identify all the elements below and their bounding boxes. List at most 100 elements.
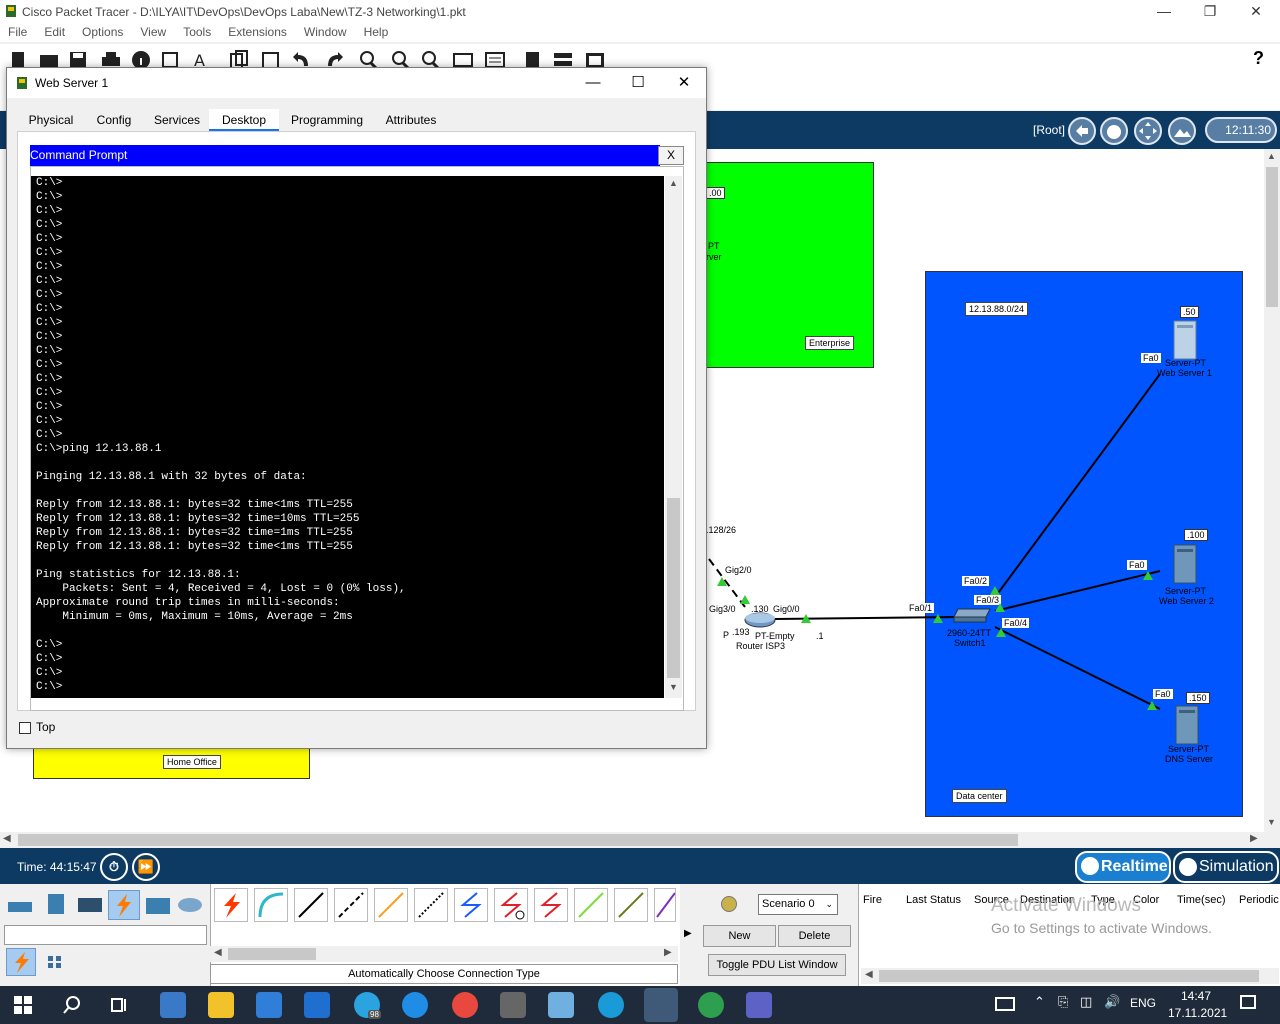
scroll-down-icon[interactable]: ▼ xyxy=(669,682,678,692)
tray-chevron-icon[interactable]: ⌃ xyxy=(1034,994,1045,1010)
realtime-button[interactable]: Realtime xyxy=(1075,851,1171,883)
menu-tools[interactable]: Tools xyxy=(175,24,220,39)
scroll-up-icon[interactable]: ▲ xyxy=(669,178,678,188)
background-image-icon[interactable] xyxy=(1168,117,1196,145)
iot-custom-cable-icon[interactable] xyxy=(614,888,648,922)
tab-physical[interactable]: Physical xyxy=(19,109,83,131)
scroll-down-icon[interactable]: ▼ xyxy=(1267,817,1276,827)
restore-icon[interactable]: ❐ xyxy=(1187,0,1233,24)
straight-through-cable-icon[interactable] xyxy=(294,888,328,922)
multiuser-icon[interactable] xyxy=(176,892,204,918)
phone-cable-icon[interactable] xyxy=(414,888,448,922)
dialog-titlebar[interactable]: Web Server 1 — ☐ ✕ xyxy=(7,68,706,98)
taskbar-time[interactable]: 14:47 xyxy=(1181,989,1211,1003)
scroll-up-icon[interactable]: ▲ xyxy=(1267,151,1276,161)
web-server-2-icon[interactable] xyxy=(1172,543,1200,588)
new-scenario-button[interactable]: New xyxy=(703,925,776,947)
tab-attributes[interactable]: Attributes xyxy=(375,109,447,131)
components-icon[interactable] xyxy=(76,892,104,918)
network-icon[interactable]: ⎘ xyxy=(1058,994,1068,1010)
network-devices-icon[interactable] xyxy=(6,892,34,918)
chrome-icon[interactable] xyxy=(452,992,478,1018)
serial-dce-cable-icon[interactable] xyxy=(494,888,528,922)
scrollbar-thumb[interactable] xyxy=(18,834,1018,846)
device-search-input[interactable] xyxy=(4,925,207,945)
fast-forward-icon[interactable]: ⏩ xyxy=(132,853,160,881)
scroll-left-icon[interactable]: ◀ xyxy=(3,833,11,844)
switch-icon[interactable] xyxy=(952,607,992,626)
scrollbar-thumb[interactable] xyxy=(228,948,316,960)
snipping-tool-icon[interactable] xyxy=(500,992,526,1018)
packet-tracer-taskbar-icon[interactable] xyxy=(644,988,678,1022)
connections-category-icon[interactable] xyxy=(108,890,140,920)
task-view-icon[interactable] xyxy=(110,995,130,1018)
chrome-profile-icon[interactable] xyxy=(698,992,724,1018)
octal-cable-icon[interactable] xyxy=(574,888,608,922)
my-computer-icon[interactable] xyxy=(160,992,186,1018)
menu-edit[interactable]: Edit xyxy=(36,24,74,39)
clock[interactable]: 12:11:30 xyxy=(1205,117,1277,143)
tab-services[interactable]: Services xyxy=(145,109,209,131)
close-icon[interactable]: ✕ xyxy=(1233,0,1279,24)
auto-connection-icon[interactable] xyxy=(214,888,248,922)
coaxial-cable-icon[interactable] xyxy=(454,888,488,922)
keyboard-icon[interactable] xyxy=(995,997,1015,1011)
menu-window[interactable]: Window xyxy=(296,24,356,39)
palette-scrollbar[interactable]: ◀ ▶ xyxy=(210,946,678,962)
menu-view[interactable]: View xyxy=(132,24,175,39)
tab-desktop[interactable]: Desktop xyxy=(209,109,279,131)
top-checkbox[interactable] xyxy=(19,722,31,734)
mail-icon[interactable] xyxy=(304,992,330,1018)
menu-file[interactable]: File xyxy=(0,24,36,39)
teams-icon[interactable] xyxy=(746,992,772,1018)
connection-subtype-icon[interactable] xyxy=(6,948,36,976)
edge-icon[interactable] xyxy=(598,992,624,1018)
workspace-vertical-scrollbar[interactable]: ▲ ▼ xyxy=(1264,149,1280,832)
notifications-icon[interactable] xyxy=(1240,995,1256,1009)
scrollbar-thumb[interactable] xyxy=(879,970,1259,982)
panel-collapse[interactable]: ▶ xyxy=(680,884,696,986)
skype-icon[interactable] xyxy=(402,992,428,1018)
simulation-button[interactable]: Simulation xyxy=(1173,851,1279,883)
menu-extensions[interactable]: Extensions xyxy=(220,24,296,39)
help-icon[interactable]: ? xyxy=(1253,48,1264,69)
scroll-right-icon[interactable]: ▶ xyxy=(1250,833,1258,844)
miscellaneous-icon[interactable] xyxy=(144,892,172,918)
minimize-icon[interactable]: — xyxy=(570,68,616,98)
store-icon[interactable] xyxy=(256,992,282,1018)
usb-cable-icon[interactable] xyxy=(654,888,676,922)
notepad-icon[interactable] xyxy=(548,992,574,1018)
workspace-horizontal-scrollbar[interactable]: ◀ ▶ xyxy=(0,832,1264,848)
toggle-pdu-list-button[interactable]: Toggle PDU List Window xyxy=(708,954,846,976)
move-icon[interactable] xyxy=(1134,117,1162,145)
power-cycle-icon[interactable]: ⏱ xyxy=(100,853,128,881)
info-icon[interactable] xyxy=(721,896,737,912)
console-cable-icon[interactable] xyxy=(254,888,288,922)
fiber-cable-icon[interactable] xyxy=(374,888,408,922)
language-indicator[interactable]: ENG xyxy=(1130,996,1156,1010)
pdu-scrollbar[interactable]: ◀ xyxy=(861,968,1279,984)
serial-dte-cable-icon[interactable] xyxy=(534,888,568,922)
scroll-left-icon[interactable]: ◀ xyxy=(865,969,873,980)
tab-config[interactable]: Config xyxy=(83,109,145,131)
file-explorer-icon[interactable] xyxy=(208,992,234,1018)
battery-icon[interactable]: ◫ xyxy=(1080,994,1092,1010)
scroll-left-icon[interactable]: ◀ xyxy=(214,947,222,958)
menu-help[interactable]: Help xyxy=(356,24,398,39)
cluster-icon[interactable] xyxy=(1100,117,1128,145)
command-prompt-close-button[interactable]: X xyxy=(658,146,684,165)
scroll-right-icon[interactable]: ▶ xyxy=(664,947,672,958)
terminal-scrollbar-thumb[interactable] xyxy=(667,498,680,678)
terminal-output[interactable]: C:\> C:\> C:\> C:\> C:\> C:\> C:\> C:\> C:\> C:\>… xyxy=(31,176,664,698)
taskbar-date[interactable]: 17.11.2021 xyxy=(1168,1006,1227,1020)
windows-start-icon[interactable] xyxy=(14,996,32,1017)
crossover-cable-icon[interactable] xyxy=(334,888,368,922)
volume-icon[interactable]: 🔊 xyxy=(1104,994,1120,1010)
router-icon[interactable] xyxy=(744,612,776,631)
close-icon[interactable]: ✕ xyxy=(661,68,707,98)
maximize-icon[interactable]: ☐ xyxy=(615,68,661,98)
end-devices-icon[interactable] xyxy=(42,892,70,918)
grid-icon[interactable] xyxy=(46,954,64,970)
delete-scenario-button[interactable]: Delete xyxy=(778,925,851,947)
menu-options[interactable]: Options xyxy=(74,24,132,39)
